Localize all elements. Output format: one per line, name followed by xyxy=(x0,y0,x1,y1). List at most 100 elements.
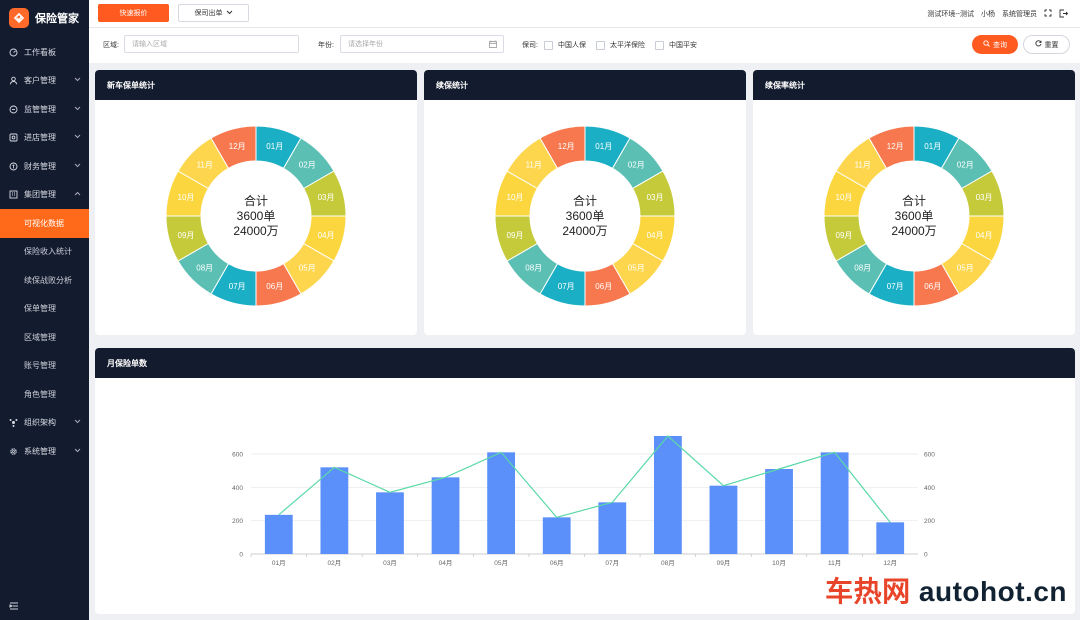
bar[interactable] xyxy=(709,485,738,554)
sidebar-subitem[interactable]: 保险收入统计 xyxy=(0,238,89,267)
sidebar-subitem[interactable]: 保单管理 xyxy=(0,295,89,324)
sidebar-subitem[interactable]: 账号管理 xyxy=(0,352,89,381)
sidebar-item-label: 进店管理 xyxy=(24,133,56,143)
bar[interactable] xyxy=(320,467,349,554)
year-picker[interactable]: 请选择年份 xyxy=(340,35,504,53)
sidebar-item-finance[interactable]: 财务管理 xyxy=(0,152,89,181)
renewal-card: 续保统计 01月 02月 03月 04月 05月 06月 07月 08月 09月 10月 11月 12… xyxy=(424,70,746,335)
bar[interactable] xyxy=(542,517,571,554)
donut-center: 合计 3600单 24000万 xyxy=(95,194,417,239)
reset-label: 重置 xyxy=(1044,41,1059,49)
bar[interactable] xyxy=(653,436,682,554)
query-label: 查询 xyxy=(993,41,1007,49)
quick-quote-button[interactable]: 快速报价 xyxy=(98,4,169,22)
sidebar-subitem[interactable]: 可视化数据 xyxy=(0,209,89,238)
card-title: 续保率统计 xyxy=(753,70,1075,100)
bar[interactable] xyxy=(264,514,293,554)
x-tick-label: 05月 xyxy=(494,559,508,567)
donut-center: 合计 3600单 24000万 xyxy=(753,194,1075,239)
sidebar-item-label: 财务管理 xyxy=(24,161,56,171)
bar[interactable] xyxy=(487,452,516,554)
watermark-en: autohot.cn xyxy=(918,576,1067,607)
chevron-up-icon xyxy=(74,191,81,198)
x-tick-label: 09月 xyxy=(717,559,731,567)
company-checkbox-cpic[interactable]: 太平洋保险 xyxy=(596,40,645,50)
dashboard-icon xyxy=(9,48,18,57)
sidebar-item-store[interactable]: 进店管理 xyxy=(0,124,89,153)
sidebar-item-dashboard[interactable]: 工作看板 xyxy=(0,38,89,67)
chevron-down-icon xyxy=(74,163,81,170)
x-tick-label: 12月 xyxy=(883,559,897,567)
donut-slice-label: 07月 xyxy=(229,282,246,291)
donut-slice-label: 01月 xyxy=(266,142,283,151)
donut-slice-label: 02月 xyxy=(299,161,316,170)
donut-slice-label: 05月 xyxy=(957,263,974,272)
card-title: 续保统计 xyxy=(424,70,746,100)
environment-label: 测试环境--测试 xyxy=(927,11,974,18)
donut-total-count: 3600单 xyxy=(894,209,934,223)
collapse-sidebar-icon[interactable] xyxy=(9,601,19,611)
refresh-icon xyxy=(1034,40,1042,49)
renewal-rate-card: 续保率统计 01月 02月 03月 04月 05月 06月 07月 08月 09月 10月 11月 1… xyxy=(753,70,1075,335)
sidebar-item-user[interactable]: 客户管理 xyxy=(0,67,89,96)
y2-tick-label: 400 xyxy=(924,485,935,492)
donut-slice-label: 08月 xyxy=(525,263,542,272)
app-name: 保险管家 xyxy=(35,13,79,25)
reset-button[interactable]: 重置 xyxy=(1023,35,1070,54)
logout-icon[interactable] xyxy=(1059,9,1069,20)
x-tick-label: 02月 xyxy=(328,559,342,567)
year-label: 年份: xyxy=(318,42,334,49)
query-button[interactable]: 查询 xyxy=(972,35,1018,54)
sidebar-item-shield[interactable]: 监管管理 xyxy=(0,95,89,124)
donut-total-label: 合计 xyxy=(901,194,926,208)
x-tick-label: 03月 xyxy=(383,559,397,567)
sidebar-item-label: 集团管理 xyxy=(24,190,56,200)
chevron-down-icon xyxy=(74,106,81,113)
sidebar-item-org[interactable]: 组织架构 xyxy=(0,409,89,438)
bar[interactable] xyxy=(376,492,404,554)
bar[interactable] xyxy=(431,477,460,554)
donut-slice-label: 05月 xyxy=(299,263,316,272)
donut-slice-label: 02月 xyxy=(628,161,645,170)
donut-slice-label: 07月 xyxy=(887,282,904,291)
company-checkbox-picc[interactable]: 中国人保 xyxy=(544,40,586,50)
donut-total-count: 3600单 xyxy=(565,209,605,223)
bar[interactable] xyxy=(598,502,627,554)
store-icon xyxy=(9,133,18,142)
y-tick-label: 600 xyxy=(232,452,243,459)
chevron-down-icon xyxy=(74,419,81,426)
chevron-down-icon xyxy=(74,134,81,141)
watermark: 车热网 autohot.cn xyxy=(825,570,1067,610)
fullscreen-icon[interactable] xyxy=(1044,9,1052,19)
chevron-down-icon xyxy=(74,77,81,84)
sidebar-item-building[interactable]: 集团管理 xyxy=(0,181,89,210)
new-car-policy-card: 新车保单统计 01月 02月 03月 04月 05月 06月 07月 08月 09月 10月 11月… xyxy=(95,70,417,335)
sidebar-subitem[interactable]: 区域管理 xyxy=(0,323,89,352)
sidebar-subitem[interactable]: 角色管理 xyxy=(0,380,89,409)
user-name[interactable]: 小杨 xyxy=(981,9,995,19)
chevron-down-icon xyxy=(74,448,81,455)
company-checkbox-pingan[interactable]: 中国平安 xyxy=(655,40,697,50)
y2-tick-label: 600 xyxy=(924,452,935,459)
x-tick-label: 11月 xyxy=(828,559,841,567)
sidebar-menu: 工作看板客户管理监管管理进店管理财务管理集团管理可视化数据 保险收入统计 续保战败分… xyxy=(0,38,89,466)
donut-total-amount: 24000万 xyxy=(562,224,608,238)
sidebar-item-label: 客户管理 xyxy=(24,76,56,86)
org-icon xyxy=(9,418,18,428)
bar[interactable] xyxy=(765,469,793,554)
sidebar-subitem[interactable]: 续保战败分析 xyxy=(0,266,89,295)
chevron-down-icon xyxy=(226,10,233,17)
app-logo[interactable]: 保险管家 xyxy=(0,0,89,36)
sidebar-item-gear[interactable]: 系统管理 xyxy=(0,437,89,466)
bar[interactable] xyxy=(876,522,905,554)
company-label: 保司: xyxy=(522,42,538,49)
bar[interactable] xyxy=(820,452,849,554)
region-input[interactable]: 请输入区域 xyxy=(124,35,299,53)
donut-slice-label: 08月 xyxy=(196,263,213,272)
x-tick-label: 10月 xyxy=(772,559,786,567)
checkbox-label: 中国平安 xyxy=(669,42,697,49)
donut-slice-label: 12月 xyxy=(229,142,246,151)
x-tick-label: 01月 xyxy=(272,559,286,567)
company-issue-dropdown[interactable]: 保司出单 xyxy=(178,4,249,22)
card-title: 月保险单数 xyxy=(95,348,1075,378)
